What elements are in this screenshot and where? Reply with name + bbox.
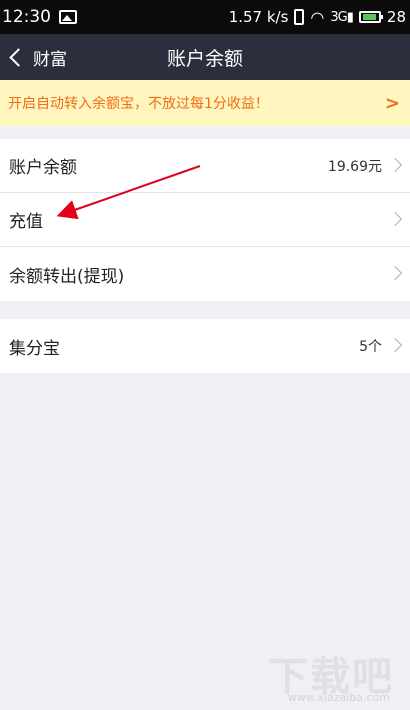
list-item-balance[interactable]: 账户余额 19.69元 [0,139,410,193]
list-item-label: 集分宝 [9,338,60,359]
list-item-label: 余额转出(提现) [9,266,125,287]
signal-icon: 3G▮ [330,9,353,25]
list-item-withdraw[interactable]: 余额转出(提现) [0,247,410,301]
watermark-url: www.xiazaiba.com [287,691,390,704]
chevron-right-icon [387,265,403,281]
chevron-right-icon [387,211,403,227]
balance-value: 19.69元 [327,158,382,175]
image-notification-icon [59,10,77,24]
status-time: 12:30 [2,7,51,27]
network-speed: 1.57 k/s [228,8,289,26]
chevron-right-icon [387,337,403,353]
list-item-points[interactable]: 集分宝 5个 [0,319,410,373]
chevron-right-icon: > [384,92,400,114]
list-item-label: 充值 [9,212,43,232]
chevron-left-icon [9,47,28,67]
points-group: 集分宝 5个 [0,319,410,373]
points-value: 5个 [359,339,382,355]
battery-percent: 28 [386,8,406,26]
auto-transfer-banner[interactable]: 开启自动转入余额宝，不放过每1分收益！ > [0,80,410,126]
banner-text: 开启自动转入余额宝，不放过每1分收益！ [8,96,269,112]
list-item-recharge[interactable]: 充值 [0,193,410,247]
balance-group: 账户余额 19.69元 充值 余额转出(提现) [0,139,410,301]
status-bar: 12:30 1.57 k/s ◠ 3G▮ 28 [0,0,410,34]
nav-bar: 财富 账户余额 [0,34,410,80]
back-button[interactable]: 财富 [8,34,67,80]
wifi-icon: ◠ [310,7,325,27]
battery-icon [358,11,383,23]
vibrate-icon [294,9,305,25]
list-item-label: 账户余额 [9,158,77,178]
back-label: 财富 [33,49,67,70]
chevron-right-icon [387,157,403,173]
